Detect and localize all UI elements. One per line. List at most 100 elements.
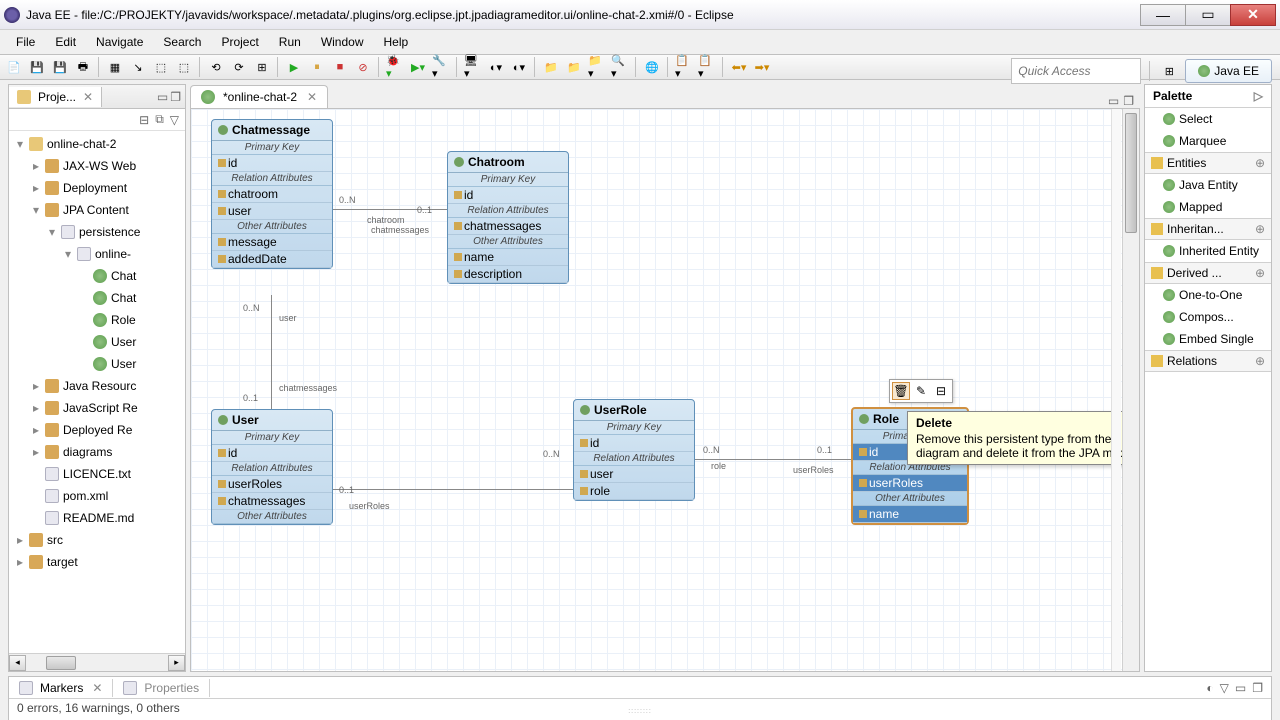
tree-item[interactable]: ▸diagrams	[9, 441, 185, 463]
tree-item[interactable]: ▾persistence	[9, 221, 185, 243]
palette-item[interactable]: One-to-One	[1145, 284, 1271, 306]
edit-entity-button[interactable]: ✎	[912, 382, 930, 400]
debug-pause[interactable]: ⏸	[307, 57, 327, 77]
tree-item[interactable]: ▸src	[9, 529, 185, 551]
canvas-vertical-scrollbar[interactable]	[1122, 109, 1139, 671]
maximize-view-icon[interactable]: ❐	[1252, 681, 1263, 695]
tree-item[interactable]: ▸JAX-WS Web	[9, 155, 185, 177]
palette-group[interactable]: Relations⊕	[1145, 350, 1271, 372]
debug-stop[interactable]: ■	[330, 57, 350, 77]
debug-disconnect[interactable]: ⊘	[353, 57, 373, 77]
tool-7[interactable]: ⊞	[252, 57, 272, 77]
debug-run[interactable]: ▶	[284, 57, 304, 77]
tree-item[interactable]: User	[9, 353, 185, 375]
minimize-editor-icon[interactable]: ▭	[1108, 94, 1119, 108]
scroll-right-icon[interactable]: ▸	[168, 655, 185, 671]
open-perspective-button[interactable]: ⊞	[1159, 61, 1179, 81]
menu-run[interactable]: Run	[269, 33, 311, 51]
collapse-all-icon[interactable]: ⊟	[139, 113, 149, 127]
view-menu-icon[interactable]: ▽	[170, 113, 179, 127]
tree-item[interactable]: pom.xml	[9, 485, 185, 507]
tree-item[interactable]: README.md	[9, 507, 185, 529]
palette-item[interactable]: Compos...	[1145, 306, 1271, 328]
palette-item[interactable]: Select	[1145, 108, 1271, 130]
relation-line[interactable]	[333, 489, 573, 490]
palette-item[interactable]: Mapped	[1145, 196, 1271, 218]
menu-project[interactable]: Project	[211, 33, 268, 51]
print-button[interactable]: 🖶	[73, 57, 93, 77]
diagram-canvas[interactable]: Chatmessage Primary Key id Relation Attr…	[190, 108, 1140, 672]
tree-item[interactable]: Role	[9, 309, 185, 331]
tool-4[interactable]: ⬚	[174, 57, 194, 77]
palette-item[interactable]: Marquee	[1145, 130, 1271, 152]
tree-item[interactable]: Chat	[9, 287, 185, 309]
tool-g2[interactable]: ◐▾	[509, 57, 529, 77]
resize-handle[interactable]: ::::::::	[610, 708, 670, 714]
tool-1[interactable]: ▦	[105, 57, 125, 77]
menu-file[interactable]: File	[6, 33, 45, 51]
new-server[interactable]: 🖥▾	[463, 57, 483, 77]
palette-item[interactable]: Inherited Entity	[1145, 240, 1271, 262]
tree-item[interactable]: ▸target	[9, 551, 185, 573]
tree-item[interactable]: LICENCE.txt	[9, 463, 185, 485]
palette-item[interactable]: Java Entity	[1145, 174, 1271, 196]
save-button[interactable]: 💾	[27, 57, 47, 77]
entity-userrole[interactable]: UserRole Primary Key id Relation Attribu…	[573, 399, 695, 501]
tool-h2[interactable]: 📁	[564, 57, 584, 77]
maximize-button[interactable]: ▭	[1185, 4, 1231, 26]
tool-6[interactable]: ⟳	[229, 57, 249, 77]
menu-help[interactable]: Help	[374, 33, 419, 51]
tool-5[interactable]: ⟲	[206, 57, 226, 77]
run-dropdown[interactable]: ▶▾	[408, 57, 428, 77]
palette-item[interactable]: Embed Single	[1145, 328, 1271, 350]
editor-tab[interactable]: *online-chat-2✕	[190, 85, 328, 108]
properties-tab[interactable]: Properties	[113, 679, 210, 697]
minimize-button[interactable]: —	[1140, 4, 1186, 26]
web-browser-icon[interactable]: 🌐	[642, 57, 662, 77]
entity-chatroom[interactable]: Chatroom Primary Key id Relation Attribu…	[447, 151, 569, 284]
tree-item[interactable]: ▸Java Resourc	[9, 375, 185, 397]
relation-line[interactable]	[271, 295, 272, 409]
debug-dropdown[interactable]: 🐞▾	[385, 57, 405, 77]
forward-button[interactable]: ➡▾	[752, 57, 772, 77]
search-icon[interactable]: 🔍▾	[610, 57, 630, 77]
view-dropdown-icon[interactable]: ▽	[1220, 681, 1229, 695]
collapse-entity-button[interactable]: ⊟	[932, 382, 950, 400]
maximize-view-icon[interactable]: ❐	[170, 90, 181, 104]
relation-line[interactable]	[695, 459, 851, 460]
maximize-editor-icon[interactable]: ❐	[1123, 94, 1134, 108]
menu-edit[interactable]: Edit	[45, 33, 86, 51]
tool-3[interactable]: ⬚	[151, 57, 171, 77]
tree-item[interactable]: ▸JavaScript Re	[9, 397, 185, 419]
back-button[interactable]: ⬅▾	[729, 57, 749, 77]
view-menu-icon[interactable]: ◐	[1206, 681, 1213, 695]
palette-group[interactable]: Derived ...⊕	[1145, 262, 1271, 284]
project-tree[interactable]: ▾online-chat-2▸JAX-WS Web▸Deployment▾JPA…	[9, 131, 185, 653]
tree-item[interactable]: ▾online-	[9, 243, 185, 265]
tree-item[interactable]: ▸Deployed Re	[9, 419, 185, 441]
palette-group[interactable]: Entities⊕	[1145, 152, 1271, 174]
save-all-button[interactable]: 💾	[50, 57, 70, 77]
menu-navigate[interactable]: Navigate	[86, 33, 153, 51]
scroll-thumb[interactable]	[46, 656, 76, 670]
scroll-thumb[interactable]	[1125, 113, 1137, 233]
delete-entity-button[interactable]: 🗑	[892, 382, 910, 400]
tree-item[interactable]: ▾online-chat-2	[9, 133, 185, 155]
palette-collapse-icon[interactable]: ▷	[1254, 89, 1263, 103]
tree-item[interactable]: ▾JPA Content	[9, 199, 185, 221]
tree-item[interactable]: ▸Deployment	[9, 177, 185, 199]
link-editor-icon[interactable]: ⧉	[155, 112, 164, 127]
tool-h1[interactable]: 📁	[541, 57, 561, 77]
perspective-javaee[interactable]: Java EE	[1185, 59, 1272, 83]
tool-2[interactable]: ↘	[128, 57, 148, 77]
quick-access-input[interactable]	[1011, 58, 1141, 84]
minimize-view-icon[interactable]: ▭	[1235, 681, 1246, 695]
entity-chatmessage[interactable]: Chatmessage Primary Key id Relation Attr…	[211, 119, 333, 269]
tool-g1[interactable]: ◐▾	[486, 57, 506, 77]
ext-tools[interactable]: 🔧▾	[431, 57, 451, 77]
tool-h3[interactable]: 📁▾	[587, 57, 607, 77]
menu-window[interactable]: Window	[311, 33, 374, 51]
palette-group[interactable]: Inheritan...⊕	[1145, 218, 1271, 240]
minimize-view-icon[interactable]: ▭	[157, 90, 168, 104]
nav-2[interactable]: 📋▾	[697, 57, 717, 77]
